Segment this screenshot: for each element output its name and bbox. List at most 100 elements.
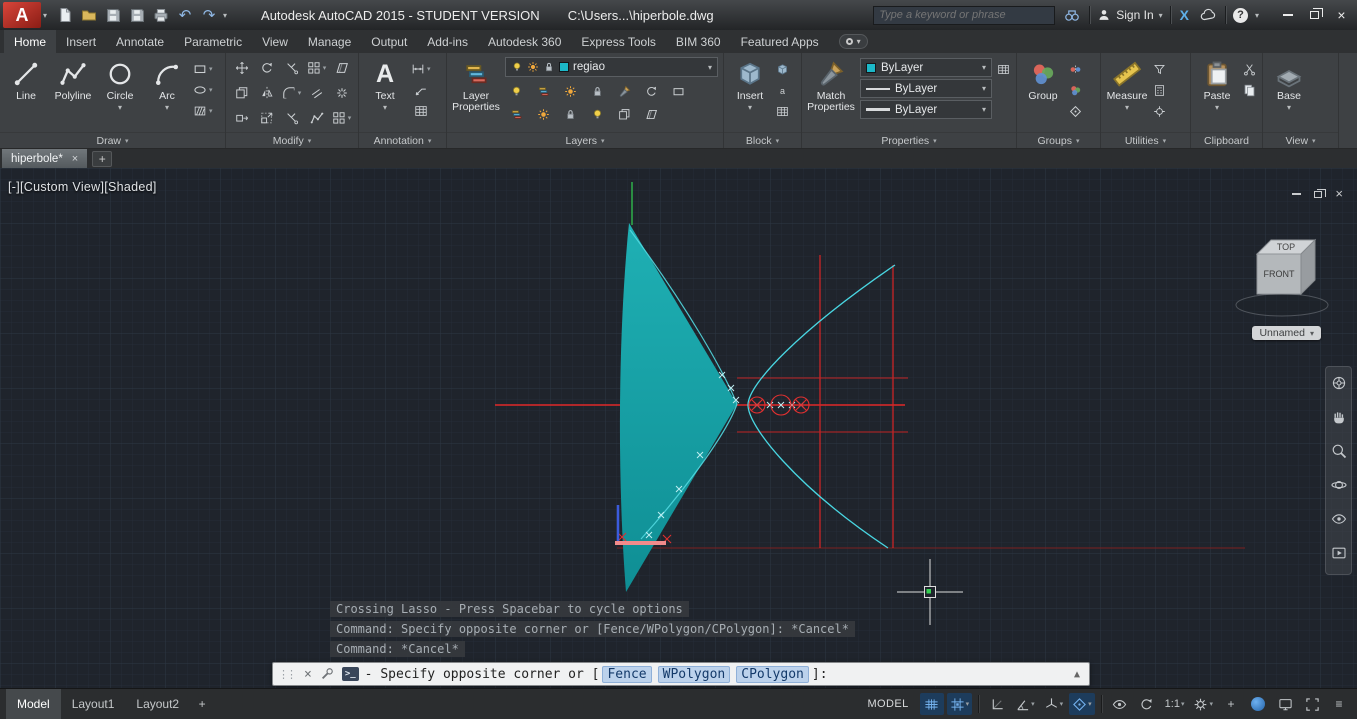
command-prompt-icon[interactable]: >_ <box>341 667 359 681</box>
file-tab-hiperbole[interactable]: hiperbole* × <box>2 149 88 168</box>
layer-properties-button[interactable]: Layer Properties <box>450 56 502 132</box>
annotation-autoscale-toggle[interactable] <box>1135 693 1159 715</box>
pan-button[interactable] <box>1331 409 1347 430</box>
arc-tool-button[interactable]: Arc ▾ <box>144 56 190 132</box>
erase-tool-button[interactable] <box>333 59 351 77</box>
layer-off-button[interactable] <box>508 83 525 101</box>
minimize-button[interactable] <box>1274 4 1301 26</box>
layer-freeze-button[interactable] <box>562 83 579 101</box>
tab-featured-apps[interactable]: Featured Apps <box>731 30 829 53</box>
command-close-icon[interactable]: × <box>300 667 316 682</box>
grid-toggle[interactable] <box>919 693 944 715</box>
hardware-acceleration-button[interactable] <box>1273 693 1297 715</box>
stretch-tool-button[interactable] <box>233 109 251 127</box>
viewcube-compass-ring[interactable] <box>1235 293 1329 317</box>
undo-button[interactable]: ↶ <box>175 5 195 25</box>
layer-delete-button[interactable] <box>643 106 660 124</box>
break-tool-button[interactable] <box>283 109 301 127</box>
layer-isolate-button[interactable] <box>535 83 552 101</box>
paste-button[interactable]: Paste ▾ <box>1194 56 1240 132</box>
copy-clip-button[interactable] <box>1241 81 1258 99</box>
define-attributes-button[interactable] <box>774 81 791 99</box>
layer-on-icon[interactable] <box>511 61 523 73</box>
ribbon-display-toggle[interactable]: ▾ <box>838 34 868 49</box>
panel-label-modify[interactable]: Modify ▾ <box>226 132 358 148</box>
panel-label-utilities[interactable]: Utilities ▾ <box>1101 132 1190 148</box>
exchange-apps-icon[interactable]: X <box>1178 7 1191 23</box>
dimension-tool-button[interactable]: ▾ <box>409 60 433 78</box>
layer-freeze-icon[interactable] <box>527 61 539 73</box>
layer-lock-icon[interactable] <box>543 61 555 73</box>
match-properties-button[interactable]: Match Properties <box>805 56 857 132</box>
lineweight-combo[interactable]: ByLayer ▾ <box>860 100 992 119</box>
annotation-scale-button[interactable]: 1:1 ▾ <box>1162 693 1188 715</box>
polar-tracking-toggle[interactable]: ▾ <box>1012 693 1038 715</box>
command-customize-icon[interactable] <box>316 667 338 681</box>
ungroup-button[interactable] <box>1067 60 1084 78</box>
layer-color-swatch[interactable] <box>559 62 569 72</box>
group-selection-toggle[interactable] <box>1067 102 1084 120</box>
file-tab-close-icon[interactable]: × <box>72 153 78 165</box>
layer-combo[interactable]: regiao ▾ <box>505 57 718 77</box>
open-button[interactable] <box>79 5 99 25</box>
restore-button[interactable] <box>1301 4 1328 26</box>
table-tool-button[interactable] <box>409 102 433 120</box>
move-tool-button[interactable] <box>233 59 251 77</box>
qat-customize-caret-icon[interactable]: ▾ <box>223 11 227 20</box>
full-navigation-wheel-button[interactable] <box>1331 375 1347 396</box>
named-view-button[interactable]: Unnamed ▾ <box>1252 326 1321 340</box>
panel-label-draw[interactable]: Draw ▾ <box>0 132 225 148</box>
close-button[interactable]: × <box>1328 4 1355 26</box>
panel-label-groups[interactable]: Groups ▾ <box>1017 132 1100 148</box>
option-fence-button[interactable]: Fence <box>602 665 652 683</box>
annotation-visibility-toggle[interactable] <box>1108 693 1132 715</box>
scale-tool-button[interactable] <box>258 109 276 127</box>
linetype-combo[interactable]: ByLayer ▾ <box>860 79 992 98</box>
zoom-button[interactable] <box>1331 443 1347 464</box>
id-point-button[interactable] <box>1151 102 1168 120</box>
quick-select-button[interactable] <box>1151 60 1168 78</box>
new-layout-button[interactable]: + <box>190 689 214 719</box>
tab-annotate[interactable]: Annotate <box>106 30 174 53</box>
panel-label-layers[interactable]: Layers ▾ <box>447 132 723 148</box>
layer-thaw-button[interactable] <box>535 106 552 124</box>
join-tool-button[interactable] <box>308 109 326 127</box>
doc-close-button[interactable]: × <box>1335 187 1343 200</box>
text-tool-button[interactable]: A Text ▾ <box>362 56 408 132</box>
ellipse-tool-button[interactable]: ▾ <box>191 81 215 99</box>
tab-express-tools[interactable]: Express Tools <box>571 30 665 53</box>
offset-tool-button[interactable] <box>308 84 326 102</box>
circle-tool-button[interactable]: Circle ▾ <box>97 56 143 132</box>
group-edit-button[interactable] <box>1067 81 1084 99</box>
polyline-tool-button[interactable]: Polyline <box>50 56 96 132</box>
properties-list-button[interactable] <box>995 60 1012 78</box>
layer-lock-button[interactable] <box>589 83 606 101</box>
tab-output[interactable]: Output <box>361 30 417 53</box>
new-drawing-tab-button[interactable]: + <box>92 151 113 167</box>
application-menu-caret-icon[interactable]: ▾ <box>43 11 47 20</box>
tab-addins[interactable]: Add-ins <box>417 30 478 53</box>
layer-on-button[interactable] <box>589 106 606 124</box>
sign-in-button[interactable]: Sign In ▾ <box>1097 8 1163 22</box>
panel-label-view[interactable]: View ▾ <box>1263 132 1338 148</box>
group-button[interactable]: Group <box>1020 56 1066 132</box>
show-motion-button[interactable] <box>1331 545 1347 566</box>
isometric-drafting-toggle[interactable]: ▾ <box>1041 693 1067 715</box>
save-as-button[interactable] <box>127 5 147 25</box>
new-button[interactable] <box>55 5 75 25</box>
object-snap-toggle[interactable]: ▾ <box>1069 693 1095 715</box>
object-color-combo[interactable]: ByLayer ▾ <box>860 58 992 77</box>
tab-view[interactable]: View <box>252 30 298 53</box>
layer-merge-button[interactable] <box>616 106 633 124</box>
more-modify-button[interactable]: ▾ <box>330 109 354 127</box>
insert-block-button[interactable]: Insert ▾ <box>727 56 773 132</box>
doc-restore-button[interactable] <box>1314 188 1327 198</box>
command-drag-handle[interactable]: ⋮⋮ <box>278 668 297 681</box>
look-button[interactable] <box>1331 511 1347 532</box>
layer-walk-button[interactable] <box>670 83 687 101</box>
search-icon[interactable] <box>1062 5 1082 25</box>
line-tool-button[interactable]: Line <box>3 56 49 132</box>
annotation-monitor-button[interactable]: + <box>1219 693 1243 715</box>
snap-toggle[interactable]: ▾ <box>946 693 973 715</box>
rectangle-tool-button[interactable]: ▾ <box>191 60 215 78</box>
